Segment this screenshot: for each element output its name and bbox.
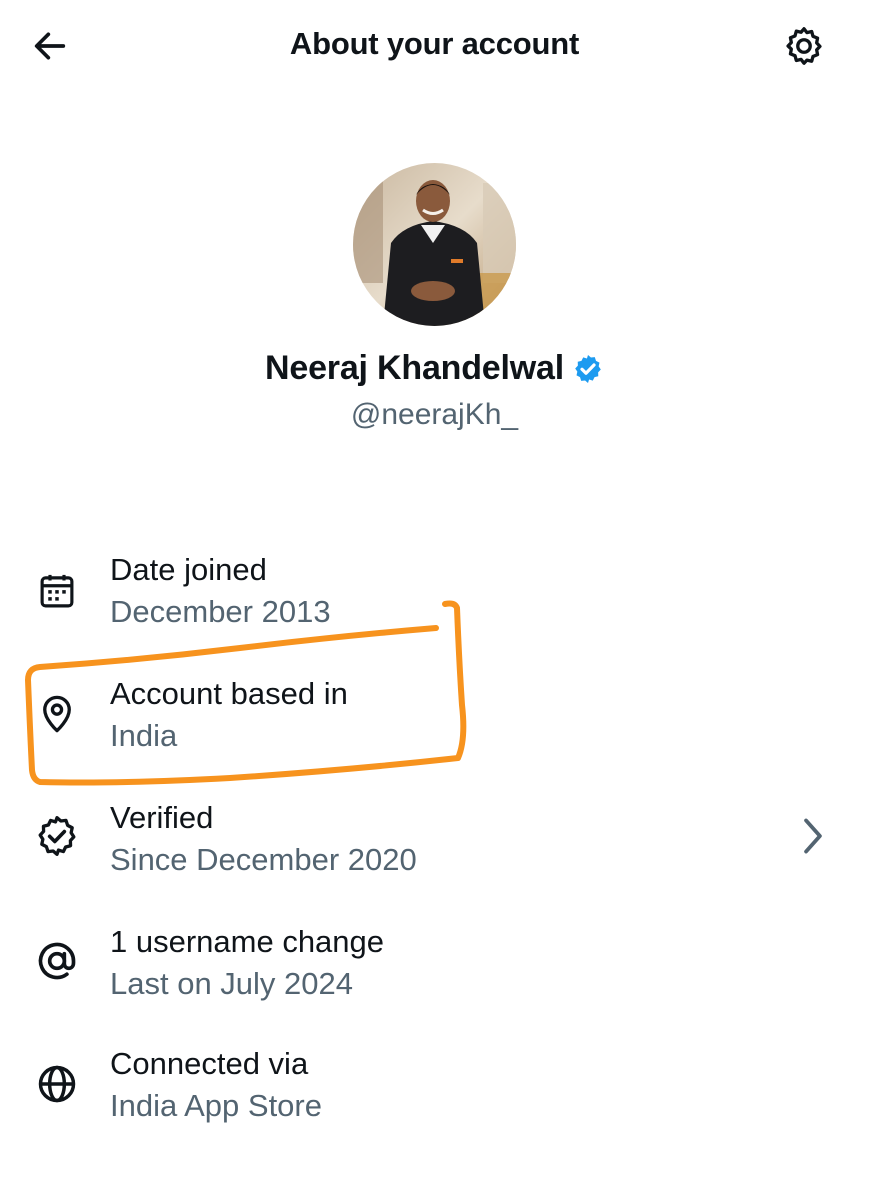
settings-button[interactable] xyxy=(780,22,828,70)
row-verified[interactable]: Verified Since December 2020 xyxy=(0,796,869,906)
verified-badge-icon xyxy=(572,353,604,385)
row-label: Connected via xyxy=(110,1046,309,1081)
profile-name-row: Neeraj Khandelwal xyxy=(0,349,869,388)
row-connected-via: Connected via India App Store xyxy=(0,1042,869,1152)
verified-badge-outline-icon xyxy=(32,811,82,861)
row-value: December 2013 xyxy=(110,594,331,629)
at-sign-icon xyxy=(32,936,82,986)
profile-avatar[interactable] xyxy=(353,163,516,326)
chevron-right-icon[interactable] xyxy=(796,816,830,856)
row-value: Last on July 2024 xyxy=(110,966,354,1001)
page-title: About your account xyxy=(289,26,580,61)
row-date-joined: Date joined December 2013 xyxy=(0,548,869,658)
gear-icon xyxy=(786,27,822,65)
globe-icon xyxy=(32,1059,82,1109)
location-pin-icon xyxy=(32,689,82,739)
row-label: Verified xyxy=(110,800,214,835)
row-account-based-in: Account based in India xyxy=(0,672,869,782)
display-name: Neeraj Khandelwal xyxy=(265,349,564,387)
row-value: Since December 2020 xyxy=(110,842,417,877)
username-handle: @neerajKh_ xyxy=(350,398,519,431)
top-bar: About your account xyxy=(0,0,869,92)
avatar-photo xyxy=(353,163,516,326)
row-username-change: 1 username change Last on July 2024 xyxy=(0,920,869,1030)
row-label: 1 username change xyxy=(110,924,385,959)
row-value: India xyxy=(110,718,178,753)
row-label: Date joined xyxy=(110,552,267,587)
row-value: India App Store xyxy=(110,1088,322,1123)
row-label: Account based in xyxy=(110,676,348,711)
calendar-icon xyxy=(32,566,82,616)
